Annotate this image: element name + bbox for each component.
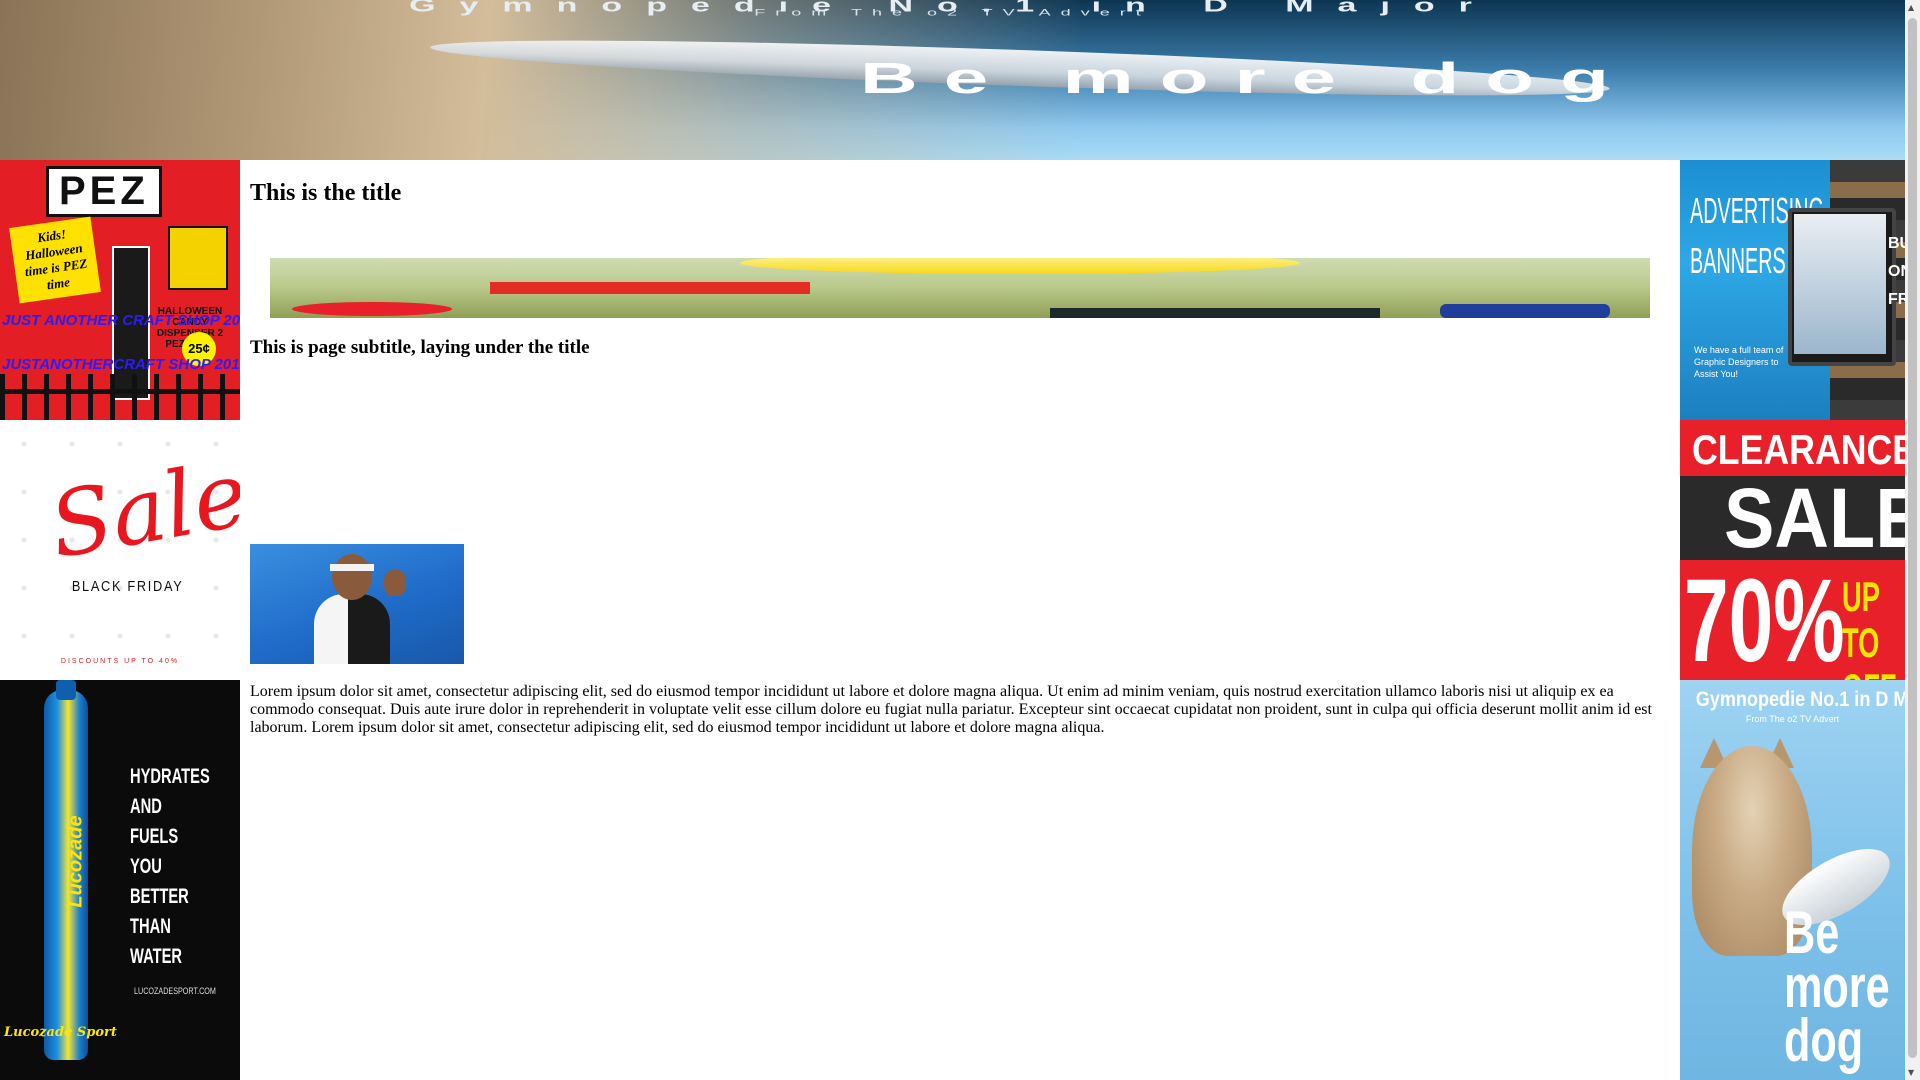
discounts-text: DISCOUNTS UP TO 40% bbox=[60, 658, 180, 665]
top-banner-ad[interactable]: Gymnopedie No.1 in D Major From The o2 T… bbox=[0, 0, 1905, 160]
black-friday-text: BLACK FRIDAY bbox=[71, 578, 184, 595]
player-head bbox=[332, 554, 372, 600]
pez-kids-text: Kids! Halloween time is PEZ time bbox=[9, 216, 101, 304]
fence-image bbox=[0, 374, 240, 420]
player-fist bbox=[384, 570, 406, 596]
banner-song-subtitle: From The o2 TV Advert bbox=[754, 7, 1151, 18]
monitor-screen bbox=[1794, 214, 1886, 354]
lucozade-url: LUCOZADESPORT.COM bbox=[134, 986, 216, 996]
blue-logo-shape bbox=[1440, 304, 1610, 318]
red-shape bbox=[292, 302, 452, 316]
be-more-dog-ad[interactable]: Gymnopedie No.1 in D Major From The o2 T… bbox=[1680, 680, 1905, 1080]
body-paragraph: Lorem ipsum dolor sit amet, consectetur … bbox=[250, 683, 1652, 736]
lucozade-sport-ad[interactable]: Lucozade HYDRATES AND FUELS YOU BETTER T… bbox=[0, 680, 240, 1080]
scroll-down-arrow-icon[interactable]: ▼ bbox=[1908, 1068, 1914, 1077]
inline-banner-ad[interactable] bbox=[270, 258, 1650, 318]
lucozade-logo: Lucozade Sport bbox=[4, 1025, 117, 1040]
pez-shop-line-2: JUSTANOTHERCRAFT SHOP 2017 bbox=[2, 356, 240, 373]
vertical-scrollbar[interactable]: ▲ ▼ bbox=[1905, 0, 1920, 1080]
banner-tagline: Be more dog bbox=[860, 53, 1635, 103]
dog-ad-tagline: Be more dog bbox=[1784, 899, 1890, 1074]
lucozade-headline: HYDRATES AND FUELS YOU BETTER THAN WATER bbox=[130, 765, 210, 968]
percent-text: 70% bbox=[1684, 555, 1845, 680]
pez-shop-line-1: JUST ANOTHER CRAFT SHOP 2017 bbox=[2, 312, 240, 329]
player-headband bbox=[330, 564, 374, 571]
dog-ad-heading: Gymnopedie No.1 in D Major bbox=[1695, 688, 1905, 711]
red-strip bbox=[490, 282, 810, 294]
pez-logo: PEZ bbox=[46, 166, 162, 217]
sale-text: SALE bbox=[1724, 471, 1905, 565]
haunted-house-image bbox=[168, 226, 228, 290]
advertising-edge-text: BU ON FR bbox=[1888, 235, 1905, 308]
player-shirt bbox=[314, 594, 390, 664]
tennis-player-photo bbox=[250, 544, 464, 664]
scroll-up-arrow-icon[interactable]: ▲ bbox=[1908, 3, 1914, 12]
main-content: This is the title This is page subtitle,… bbox=[250, 160, 1670, 737]
clearance-sale-ad[interactable]: CLEARANCE SALE 70% UP TO OFF bbox=[1680, 420, 1905, 680]
dog-ad-subheading: From The o2 TV Advert bbox=[1745, 714, 1840, 724]
up-to-off-text: UP TO OFF bbox=[1842, 573, 1897, 681]
scrollbar-thumb[interactable] bbox=[1908, 18, 1917, 1058]
black-friday-sale-ad[interactable]: Sale BLACK FRIDAY DISCOUNTS UP TO 40% bbox=[0, 420, 240, 680]
advertising-small-text: We have a full team of Graphic Designers… bbox=[1694, 345, 1784, 379]
pez-halloween-ad[interactable]: PEZ Kids! Halloween time is PEZ time HAL… bbox=[0, 160, 240, 420]
bottle-brand-text: Lucozade bbox=[64, 815, 87, 908]
advertising-title: ADVERTISING BANNERS bbox=[1690, 190, 1824, 281]
left-ad-column: PEZ Kids! Halloween time is PEZ time HAL… bbox=[0, 160, 240, 1080]
right-ad-column: ADVERTISING BANNERS We have a full team … bbox=[1680, 160, 1905, 1080]
dark-text-strip bbox=[1050, 308, 1380, 318]
lemon-image bbox=[740, 258, 1300, 274]
page-title: This is the title bbox=[250, 180, 402, 206]
advertising-banners-ad[interactable]: ADVERTISING BANNERS We have a full team … bbox=[1680, 160, 1905, 420]
clearance-text: CLEARANCE bbox=[1692, 426, 1905, 473]
bottle-cap bbox=[56, 680, 76, 700]
page-subtitle: This is page subtitle, laying under the … bbox=[250, 337, 590, 358]
